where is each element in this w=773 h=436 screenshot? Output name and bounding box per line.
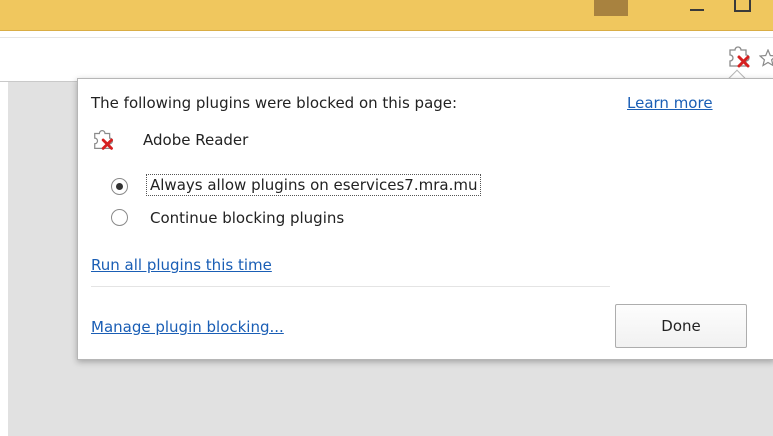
maximize-icon[interactable] <box>734 0 751 12</box>
divider <box>91 286 610 287</box>
star-icon[interactable] <box>759 49 773 67</box>
learn-more-link[interactable]: Learn more <box>627 94 713 112</box>
run-all-plugins-link[interactable]: Run all plugins this time <box>91 256 272 274</box>
window-tab-block <box>594 0 628 16</box>
always-allow-radio[interactable] <box>111 178 128 195</box>
toolbar-divider <box>0 37 773 38</box>
manage-plugin-blocking-link[interactable]: Manage plugin blocking... <box>91 318 284 336</box>
continue-blocking-radio[interactable] <box>111 209 128 226</box>
plugins-blocked-bubble: The following plugins were blocked on th… <box>77 78 773 360</box>
browser-toolbar <box>0 31 773 82</box>
browser-title-bar <box>0 0 773 31</box>
radio-selected-dot <box>116 183 123 190</box>
minimize-icon[interactable] <box>690 3 704 11</box>
done-button[interactable]: Done <box>615 304 747 348</box>
plugin-blocked-icon[interactable] <box>724 41 754 71</box>
continue-blocking-label[interactable]: Continue blocking plugins <box>150 209 344 227</box>
plugin-blocked-icon <box>94 130 114 150</box>
plugin-name: Adobe Reader <box>143 131 249 149</box>
always-allow-label[interactable]: Always allow plugins on eservices7.mra.m… <box>145 174 482 196</box>
page-left-strip <box>0 82 8 436</box>
bubble-heading: The following plugins were blocked on th… <box>91 94 458 112</box>
